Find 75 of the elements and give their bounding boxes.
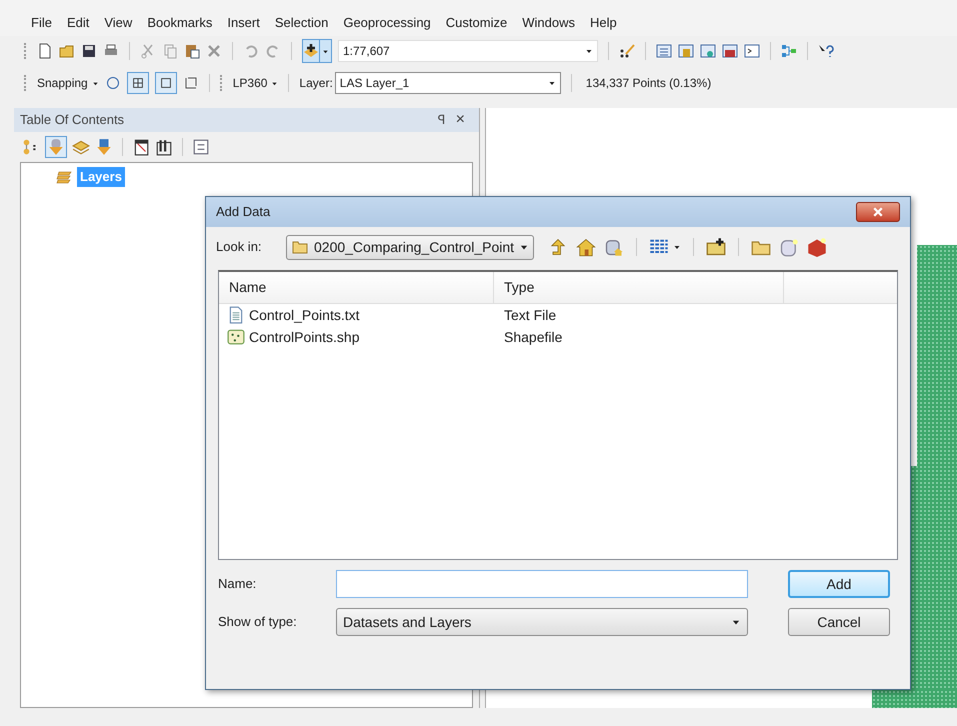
scale-field[interactable]: 1:77,607 bbox=[338, 40, 598, 62]
file-name: Control_Points.txt bbox=[249, 306, 360, 325]
type-dropdown[interactable]: Datasets and Layers bbox=[336, 608, 748, 636]
dropdown-arrow-icon bbox=[271, 80, 278, 86]
menu-item[interactable]: Geoprocessing bbox=[343, 13, 431, 33]
new-geodatabase-icon[interactable] bbox=[779, 237, 800, 257]
menu-item[interactable]: Windows bbox=[522, 13, 575, 33]
menu-item[interactable]: View bbox=[104, 13, 132, 33]
name-field[interactable] bbox=[336, 570, 748, 598]
dropdown-arrow-icon bbox=[673, 243, 682, 251]
folder-icon bbox=[291, 239, 309, 255]
edge-snap-button[interactable] bbox=[154, 72, 177, 94]
catalog-window-icon[interactable] bbox=[678, 43, 694, 59]
column-header[interactable]: Name bbox=[219, 272, 494, 303]
file-row[interactable]: Control_Points.txt Text File bbox=[219, 304, 897, 326]
home-icon[interactable] bbox=[576, 237, 596, 257]
menu-item[interactable]: Insert bbox=[227, 13, 260, 33]
file-type: Text File bbox=[503, 306, 558, 324]
stacked-layers-icon[interactable] bbox=[72, 138, 90, 156]
close-button[interactable] bbox=[856, 202, 900, 222]
toolbox-window-icon[interactable] bbox=[722, 43, 738, 59]
edit-tool-icon[interactable] bbox=[619, 43, 635, 59]
command-window-icon[interactable] bbox=[744, 43, 760, 59]
point-snap-icon[interactable] bbox=[104, 75, 121, 91]
dropdown-arrow-icon bbox=[548, 79, 556, 87]
layers-icon bbox=[55, 168, 73, 185]
menu-item[interactable]: Bookmarks bbox=[147, 13, 212, 33]
menu-item[interactable]: Edit bbox=[66, 13, 90, 33]
dropdown-arrow-icon bbox=[585, 47, 593, 55]
layer-label: Layer: bbox=[299, 75, 333, 92]
point-count: 134,337 Points (0.13%) bbox=[586, 75, 712, 92]
menu-item[interactable]: Help bbox=[590, 13, 617, 33]
lp360-menu[interactable]: LP360 bbox=[232, 74, 278, 92]
layer-dropdown[interactable]: LAS Layer_1 bbox=[334, 72, 561, 94]
look-in-dropdown[interactable]: 0200_Comparing_Control_Point bbox=[286, 234, 534, 260]
close-button[interactable]: × bbox=[456, 110, 465, 130]
file-type: Shapefile bbox=[503, 328, 564, 347]
file-row[interactable]: ControlPoints.shp Shapefile bbox=[219, 326, 897, 348]
connect-folder-icon[interactable] bbox=[706, 237, 726, 257]
layout-page-icon[interactable] bbox=[132, 138, 150, 156]
pin-button[interactable]: ꟼ bbox=[438, 110, 446, 130]
vertex-snap-button[interactable] bbox=[126, 72, 149, 94]
dialog-button[interactable]: Cancel bbox=[788, 608, 890, 636]
help-pointer-icon[interactable] bbox=[818, 43, 834, 59]
dialog-button[interactable]: Add bbox=[788, 570, 890, 598]
close-icon bbox=[872, 206, 884, 218]
dropdown-arrow-icon bbox=[322, 48, 329, 54]
point-shapefile-icon bbox=[227, 328, 245, 346]
database-home-icon[interactable] bbox=[604, 237, 624, 257]
add-data-icon bbox=[303, 43, 319, 59]
show-of-type-label: Show of type: bbox=[218, 613, 298, 632]
column-header[interactable]: Type bbox=[494, 272, 784, 303]
menu-item[interactable]: Selection bbox=[274, 13, 328, 33]
add-data-button[interactable] bbox=[302, 39, 332, 63]
menu-item[interactable]: Customize bbox=[446, 13, 508, 33]
menu-item[interactable]: File bbox=[31, 13, 52, 33]
dropdown-arrow-icon bbox=[92, 80, 99, 86]
text-file-icon bbox=[227, 306, 245, 324]
snapping-menu[interactable]: Snapping bbox=[37, 74, 99, 92]
end-snap-icon[interactable] bbox=[182, 75, 199, 91]
name-label: Name: bbox=[218, 575, 258, 594]
look-in-label: Look in: bbox=[216, 238, 263, 256]
file-name: ControlPoints.shp bbox=[249, 328, 360, 347]
search-window-icon[interactable] bbox=[700, 43, 716, 59]
panel-title: Table Of Contents bbox=[20, 111, 124, 130]
new-document-icon[interactable] bbox=[37, 43, 53, 59]
folder-icon[interactable] bbox=[59, 43, 75, 59]
dialog-title: Add Data bbox=[216, 203, 270, 222]
grid-square-icon bbox=[130, 76, 145, 90]
model-diagram-icon[interactable] bbox=[781, 43, 797, 59]
database-arrow-icon bbox=[47, 138, 65, 156]
list-options-icon[interactable] bbox=[192, 138, 210, 156]
table-window-icon[interactable] bbox=[656, 43, 672, 59]
square-icon bbox=[158, 76, 173, 90]
visibility-list-icon[interactable] bbox=[95, 138, 113, 156]
